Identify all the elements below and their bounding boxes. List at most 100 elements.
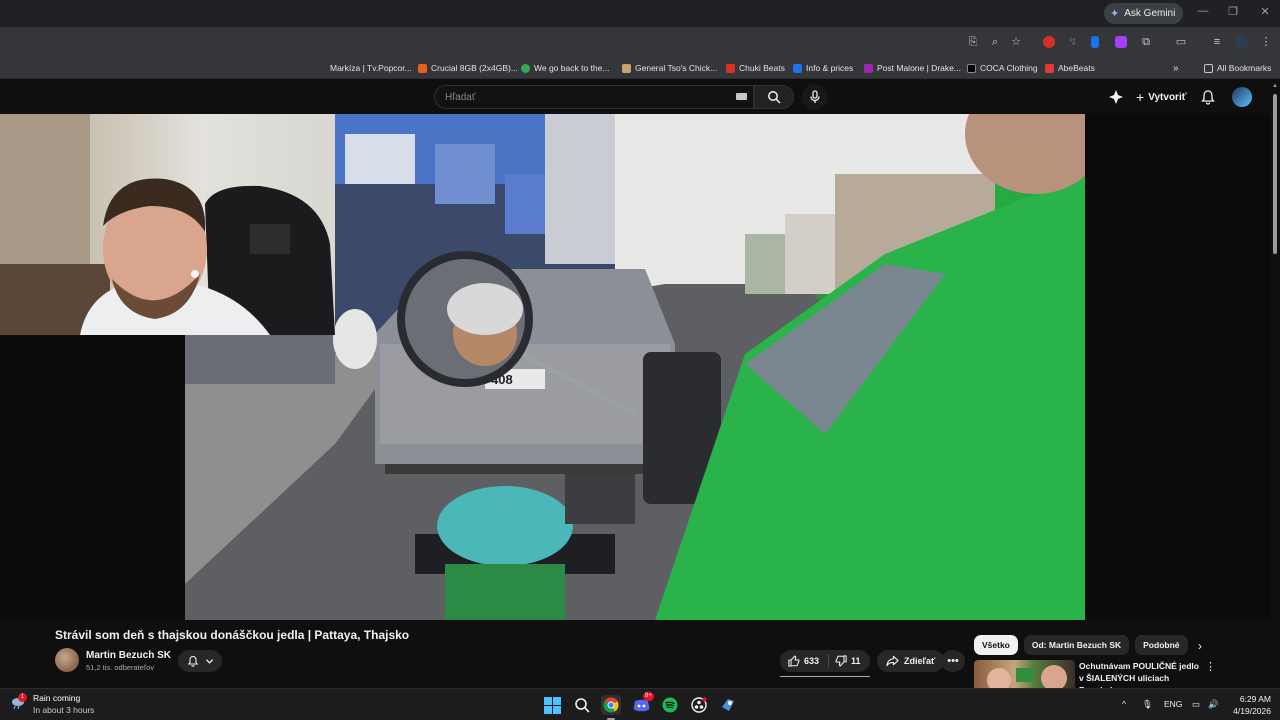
chip-related[interactable]: Podobné <box>1135 635 1188 655</box>
extensions-puzzle-icon[interactable]: ⧉ <box>1139 35 1153 49</box>
dislike-button[interactable]: 11 <box>829 655 861 667</box>
chevron-down-icon <box>205 658 213 664</box>
close-window-icon[interactable]: ✕ <box>1250 5 1280 18</box>
reading-list-icon[interactable]: ≡ <box>1210 35 1224 49</box>
voice-search-button[interactable] <box>802 84 828 110</box>
zoom-icon[interactable]: ⌕ <box>988 35 1002 49</box>
recommendation-menu-icon[interactable]: ⋮ <box>1205 660 1216 673</box>
extension-bolt-icon[interactable]: ↯ <box>1066 35 1080 49</box>
video-title: Strávil som deň s thajskou donáščkou jed… <box>55 628 410 642</box>
bell-icon <box>187 655 198 667</box>
clock-date: 4/19/2026 <box>1233 706 1271 716</box>
weather-widget[interactable]: 1 Rain coming In about 3 hours <box>10 693 94 715</box>
extension-blue-icon[interactable] <box>1091 36 1099 48</box>
search-icon <box>768 91 781 104</box>
scroll-up-icon[interactable]: ▲ <box>1272 83 1278 89</box>
bookmark-favicon-icon <box>1045 63 1054 73</box>
dislike-count: 11 <box>851 656 861 666</box>
more-bookmarks-button[interactable]: » <box>1173 61 1179 75</box>
taskbar-steam[interactable] <box>718 695 738 715</box>
weather-title: Rain coming <box>33 693 81 703</box>
bookmark-favicon-icon <box>726 63 735 73</box>
bookmark-item[interactable]: Post Malone | Drake... <box>864 61 961 75</box>
bookmark-item[interactable]: General Tso's Chick... <box>622 61 717 75</box>
bookmark-item[interactable]: COCA Clothing <box>967 61 1038 75</box>
bookmark-item[interactable]: Crucial 8GB (2x4GB)... <box>418 61 518 75</box>
like-dislike-group: 633 11 <box>780 650 870 672</box>
taskbar-spotify[interactable] <box>660 695 680 715</box>
ask-gemini-button[interactable]: ✦ Ask Gemini <box>1104 3 1184 24</box>
page-scrollbar[interactable]: ▲ <box>1270 80 1280 688</box>
bookmark-favicon-icon <box>864 63 873 73</box>
bookmark-favicon-icon <box>418 63 427 73</box>
clock-time: 6:29 AM <box>1239 694 1271 704</box>
browser-menu-icon[interactable]: ⋮ <box>1259 35 1273 49</box>
like-button[interactable]: 633 <box>780 655 828 667</box>
video-player[interactable]: 408 <box>0 114 1270 620</box>
bookmark-label: Markíza | Tv.Popcor... <box>330 63 412 73</box>
taskbar-discord[interactable]: 9+ <box>631 692 654 715</box>
share-button[interactable]: Zdieľať <box>877 650 945 672</box>
bookmark-item[interactable]: Info & prices <box>793 61 853 75</box>
bookmark-item[interactable]: AbeBeats <box>1045 61 1095 75</box>
more-actions-button[interactable]: ••• <box>941 650 965 672</box>
network-icon[interactable]: ▭ <box>1192 699 1200 710</box>
bookmark-label: We go back to the... <box>534 63 610 73</box>
create-button[interactable]: + Vytvoriť <box>1130 86 1193 108</box>
install-app-icon[interactable]: ⎘ <box>966 35 980 49</box>
notifications-bell-icon[interactable] <box>1200 89 1216 105</box>
recommendation-thumbnail[interactable] <box>974 660 1075 688</box>
bookmark-item[interactable]: Markíza | Tv.Popcor... <box>330 61 412 75</box>
bookmark-favicon-icon <box>793 63 802 73</box>
volume-icon[interactable]: 🔊 <box>1208 699 1219 710</box>
channel-name[interactable]: Martin Bezuch SK <box>86 650 171 661</box>
steam-icon <box>722 699 734 711</box>
chip-from-channel[interactable]: Od: Martin Bezuch SK <box>1023 635 1130 655</box>
all-bookmarks-button[interactable]: All Bookmarks <box>1204 61 1271 75</box>
thumbs-up-icon <box>788 655 800 667</box>
channel-avatar[interactable] <box>55 648 79 672</box>
taskbar-chrome[interactable] <box>601 695 621 720</box>
rain-cloud-icon: 1 <box>10 693 27 712</box>
system-clock[interactable]: 6:29 AM 4/19/2026 <box>1233 693 1271 717</box>
profile-avatar-icon[interactable] <box>1235 36 1248 49</box>
weather-subtitle: In about 3 hours <box>33 705 95 715</box>
chip-all[interactable]: Všetko <box>974 635 1018 655</box>
search-icon <box>575 698 590 713</box>
search-button[interactable] <box>754 85 794 109</box>
search-box <box>434 85 754 109</box>
taskbar-search-button[interactable] <box>572 695 592 715</box>
microphone-tray-icon[interactable]: 🎙 <box>1142 699 1153 710</box>
keyboard-icon[interactable] <box>736 93 747 100</box>
subscription-bell-button[interactable] <box>178 650 222 672</box>
ai-sparkle-icon[interactable] <box>1108 89 1124 105</box>
ask-gemini-label: Ask Gemini <box>1124 8 1176 19</box>
more-horizontal-icon: ••• <box>947 655 959 667</box>
all-bookmarks-label: All Bookmarks <box>1217 63 1272 73</box>
lastpass-extension-icon[interactable] <box>1043 36 1055 48</box>
browser-titlebar: ✦ Ask Gemini — ❐ ✕ <box>0 0 1280 27</box>
taskbar-obs[interactable] <box>689 695 709 715</box>
bookmark-item[interactable]: We go back to the... <box>521 61 609 75</box>
extension-purple-icon[interactable] <box>1115 36 1127 48</box>
language-indicator[interactable]: ENG <box>1164 699 1182 709</box>
chips-next-chevron-icon[interactable]: › <box>1192 638 1208 654</box>
bookmark-item[interactable]: Chuki Beats <box>726 61 785 75</box>
gemini-spark-icon: ✦ <box>1110 8 1120 20</box>
restore-icon[interactable]: ❐ <box>1218 5 1248 18</box>
cast-icon[interactable]: ▭ <box>1174 35 1188 49</box>
windows-taskbar: 1 Rain coming In about 3 hours 9+ ^ 🎙 EN… <box>0 688 1280 720</box>
subscriber-count: 51,2 tis. odberateľov <box>86 663 155 672</box>
obs-icon <box>691 697 707 713</box>
scrollbar-thumb[interactable] <box>1273 94 1277 254</box>
minimize-icon[interactable]: — <box>1188 5 1218 17</box>
video-info: Strávil som deň s thajskou donáščkou jed… <box>0 620 1270 695</box>
start-button[interactable] <box>542 695 562 715</box>
tray-overflow-chevron[interactable]: ^ <box>1122 699 1126 709</box>
bookmark-star-icon[interactable]: ☆ <box>1009 35 1023 49</box>
webcam-overlay <box>0 114 335 335</box>
search-input[interactable] <box>445 91 725 103</box>
account-avatar[interactable] <box>1232 87 1252 107</box>
windows-logo-icon <box>543 696 561 714</box>
chrome-icon <box>603 697 619 713</box>
